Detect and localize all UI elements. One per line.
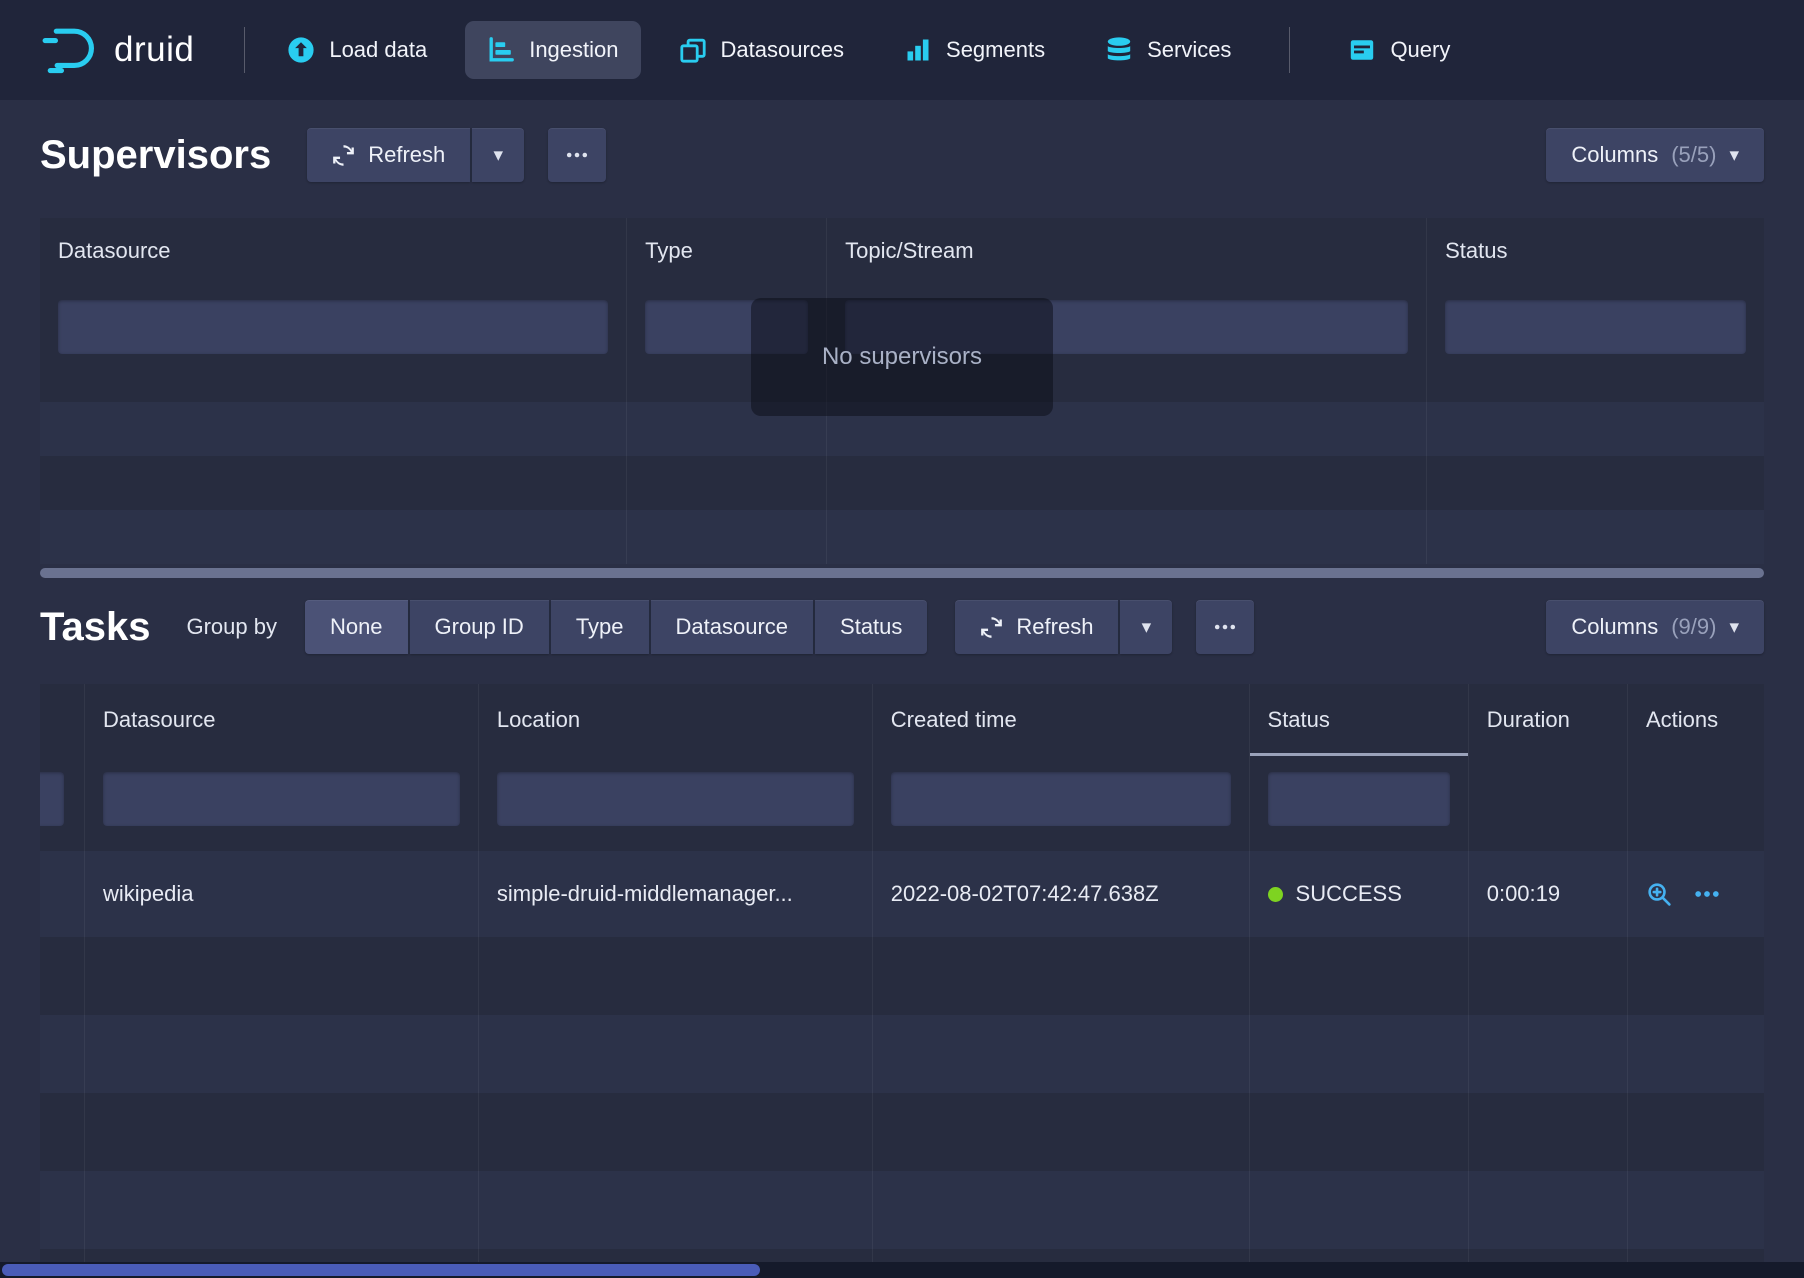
nav-divider [1289, 27, 1290, 73]
table-row [40, 1171, 1764, 1249]
datasources-icon [679, 36, 707, 64]
status-filter-input[interactable] [1445, 300, 1746, 354]
tasks-table: Datasource Location Created time Status … [40, 684, 1764, 1278]
task-id-filter-input[interactable] [40, 772, 64, 826]
ingestion-icon [487, 36, 515, 64]
table-row [40, 510, 1764, 564]
tasks-title: Tasks [40, 605, 150, 650]
chevron-down-icon: ▾ [493, 146, 503, 165]
supervisors-filter-row [40, 284, 1764, 402]
tasks-refresh-dropdown-button[interactable]: ▾ [1120, 600, 1172, 654]
tasks-refresh-split-button: Refresh ▾ [955, 600, 1172, 654]
supervisors-refresh-button[interactable]: Refresh [307, 128, 470, 182]
nav-ingestion[interactable]: Ingestion [465, 21, 640, 79]
supervisors-horizontal-scrollbar[interactable] [40, 568, 1764, 578]
services-icon [1105, 36, 1133, 64]
status-text: SUCCESS [1296, 881, 1402, 907]
datasource-filter-input[interactable] [58, 300, 608, 354]
group-by-datasource-button[interactable]: Datasource [651, 600, 814, 654]
supervisors-refresh-split-button: Refresh ▾ [307, 128, 524, 182]
tasks-toolbar: Tasks Group by None Group ID Type Dataso… [0, 600, 1804, 654]
nav-segments[interactable]: Segments [882, 21, 1067, 79]
task-duration: 0:00:19 [1468, 851, 1627, 937]
column-header-datasource[interactable]: Datasource [84, 684, 478, 756]
druid-logo[interactable]: druid [40, 26, 194, 74]
nav-services[interactable]: Services [1083, 21, 1253, 79]
column-header-topic-stream[interactable]: Topic/Stream [826, 218, 1426, 284]
group-by-button-group: None Group ID Type Datasource Status [305, 600, 927, 654]
table-row [40, 402, 1764, 456]
column-header-datasource[interactable]: Datasource [40, 218, 626, 284]
created-time-filter-input[interactable] [891, 772, 1231, 826]
tasks-refresh-button[interactable]: Refresh [955, 600, 1118, 654]
tasks-more-button[interactable] [1196, 600, 1254, 654]
task-datasource: wikipedia [84, 851, 478, 937]
column-header-status[interactable]: Status [1426, 218, 1764, 284]
supervisors-toolbar: Supervisors Refresh ▾ Columns (5/5) ▾ [0, 128, 1804, 182]
group-by-status-button[interactable]: Status [815, 600, 927, 654]
chevron-down-icon: ▾ [1729, 146, 1739, 165]
column-header-actions[interactable]: Actions [1627, 684, 1764, 756]
chevron-down-icon: ▾ [1729, 618, 1739, 637]
tasks-horizontal-scrollbar[interactable] [0, 1262, 1804, 1278]
scrollbar-thumb[interactable] [2, 1264, 760, 1276]
task-more-actions-icon[interactable] [1694, 881, 1720, 907]
task-created-time: 2022-08-02T07:42:47.638Z [872, 851, 1249, 937]
table-row [40, 1015, 1764, 1093]
success-status-dot [1268, 887, 1283, 902]
supervisors-refresh-dropdown-button[interactable]: ▾ [472, 128, 524, 182]
nav-datasources[interactable]: Datasources [657, 21, 867, 79]
group-by-type-button[interactable]: Type [551, 600, 649, 654]
load-data-icon [287, 36, 315, 64]
nav-load-data[interactable]: Load data [265, 21, 449, 79]
nav-query[interactable]: Query [1326, 21, 1472, 79]
table-row [40, 937, 1764, 1015]
tasks-section: Tasks Group by None Group ID Type Dataso… [0, 600, 1804, 1278]
column-header-status[interactable]: Status [1249, 684, 1468, 756]
tasks-table-header: Datasource Location Created time Status … [40, 684, 1764, 756]
supervisors-columns-button[interactable]: Columns (5/5) ▾ [1546, 128, 1764, 182]
druid-logo-icon [40, 26, 100, 74]
scrollbar-thumb[interactable] [40, 568, 1764, 578]
status-filter-input[interactable] [1268, 772, 1450, 826]
refresh-icon [980, 616, 1003, 639]
supervisors-more-button[interactable] [548, 128, 606, 182]
column-header-created-time[interactable]: Created time [872, 684, 1249, 756]
refresh-icon [332, 144, 355, 167]
column-header-type[interactable]: Type [626, 218, 826, 284]
table-row [40, 456, 1764, 510]
chevron-down-icon: ▾ [1142, 618, 1152, 637]
main-nav: Load data Ingestion Datasources Segmen [265, 21, 1472, 79]
magnify-details-icon[interactable] [1646, 881, 1672, 907]
supervisors-table: Datasource Type Topic/Stream Status No s… [40, 218, 1764, 564]
group-by-none-button[interactable]: None [305, 600, 408, 654]
tasks-filter-row [40, 756, 1764, 851]
group-by-group-id-button[interactable]: Group ID [410, 600, 549, 654]
tasks-columns-button[interactable]: Columns (9/9) ▾ [1546, 600, 1764, 654]
supervisors-table-header: Datasource Type Topic/Stream Status [40, 218, 1764, 284]
table-row [40, 1093, 1764, 1171]
nav-divider [244, 27, 245, 73]
task-actions [1627, 851, 1764, 937]
query-icon [1348, 36, 1376, 64]
supervisors-title: Supervisors [40, 133, 271, 178]
logo-text: druid [114, 30, 194, 70]
column-header-location[interactable]: Location [478, 684, 872, 756]
location-filter-input[interactable] [497, 772, 854, 826]
column-header-duration[interactable]: Duration [1468, 684, 1627, 756]
topic-stream-filter-input[interactable] [845, 300, 1408, 354]
segments-icon [904, 36, 932, 64]
task-status: SUCCESS [1249, 851, 1468, 937]
more-icon [1213, 615, 1237, 639]
datasource-filter-input[interactable] [103, 772, 460, 826]
task-location: simple-druid-middlemanager... [478, 851, 872, 937]
more-icon [565, 143, 589, 167]
group-by-label: Group by [186, 614, 277, 640]
top-navbar: druid Load data Ingestion Datasources [0, 0, 1804, 100]
task-row-wikipedia[interactable]: wikipedia simple-druid-middlemanager... … [40, 851, 1764, 937]
supervisors-section: Supervisors Refresh ▾ Columns (5/5) ▾ [0, 128, 1804, 578]
type-filter-input[interactable] [645, 300, 808, 354]
